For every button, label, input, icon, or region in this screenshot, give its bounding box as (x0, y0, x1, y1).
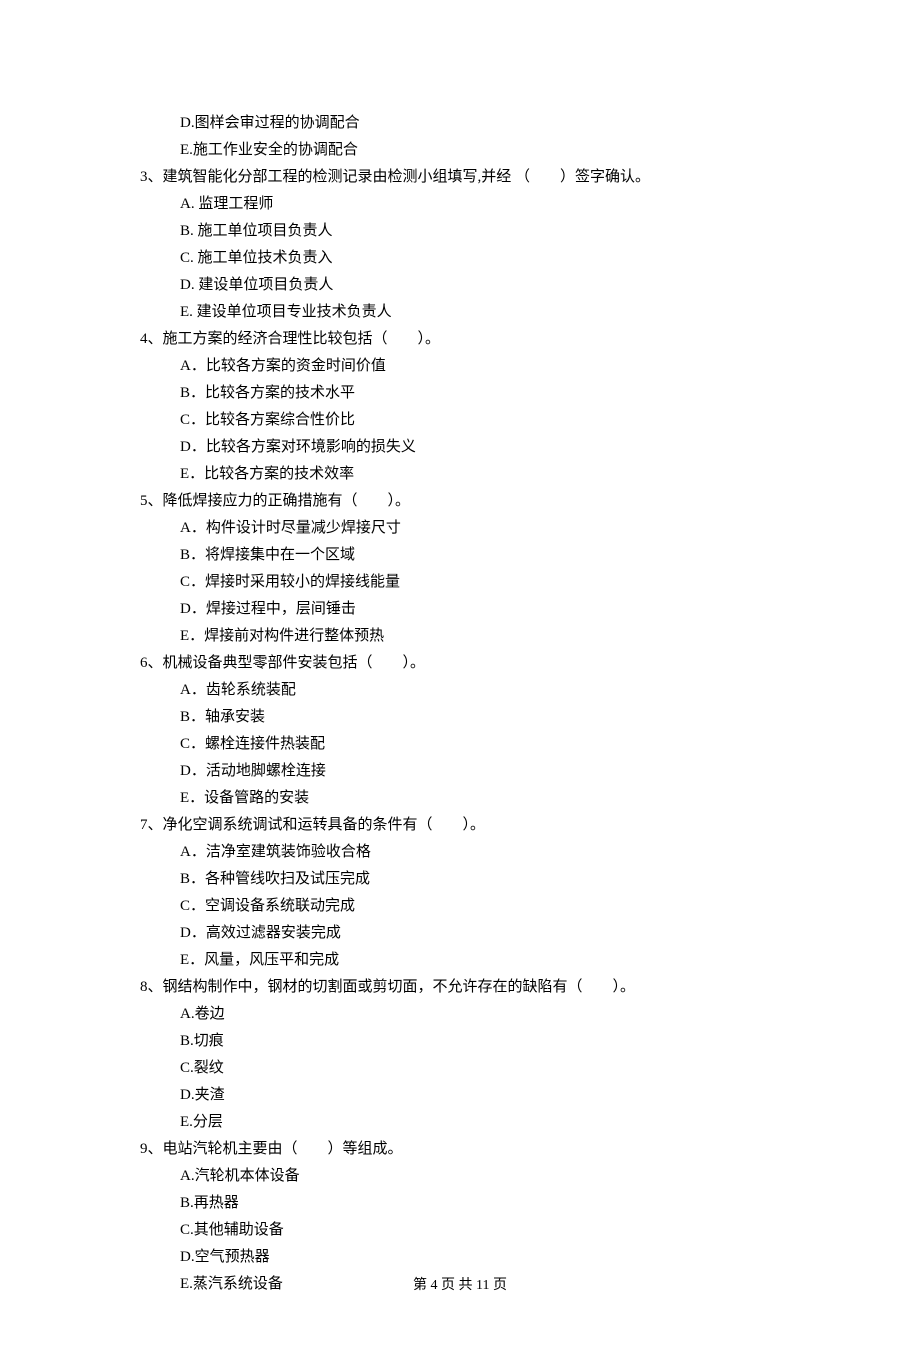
question-options: A．比较各方案的资金时间价值B．比较各方案的技术水平C．比较各方案综合性价比D．… (180, 353, 780, 488)
option-text: A. 监理工程师 (180, 191, 780, 218)
option-text: C．螺栓连接件热装配 (180, 731, 780, 758)
option-text: E．设备管路的安装 (180, 785, 780, 812)
page-footer: 第 4 页 共 11 页 (0, 1273, 920, 1298)
option-text: A．构件设计时尽量减少焊接尺寸 (180, 515, 780, 542)
option-text: D．焊接过程中，层间锤击 (180, 596, 780, 623)
question-options: A.卷边B.切痕C.裂纹D.夹渣E.分层 (180, 1001, 780, 1136)
option-text: B.切痕 (180, 1028, 780, 1055)
option-text: B. 施工单位项目负责人 (180, 218, 780, 245)
question-stem: 3、建筑智能化分部工程的检测记录由检测小组填写,并经 （ ）签字确认。 (140, 164, 780, 191)
option-text: A．洁净室建筑装饰验收合格 (180, 839, 780, 866)
option-text: C.裂纹 (180, 1055, 780, 1082)
option-text: B．比较各方案的技术水平 (180, 380, 780, 407)
question-stem: 8、钢结构制作中，钢材的切割面或剪切面，不允许存在的缺陷有（ ）。 (140, 974, 780, 1001)
option-text: D．高效过滤器安装完成 (180, 920, 780, 947)
option-text: B．将焊接集中在一个区域 (180, 542, 780, 569)
option-text: D.夹渣 (180, 1082, 780, 1109)
option-text: A．齿轮系统装配 (180, 677, 780, 704)
option-text: D.图样会审过程的协调配合 (180, 110, 780, 137)
continued-option: D.图样会审过程的协调配合 (180, 110, 780, 137)
option-text: E．风量，风压平和完成 (180, 947, 780, 974)
option-text: B．各种管线吹扫及试压完成 (180, 866, 780, 893)
question-stem: 4、施工方案的经济合理性比较包括（ ）。 (140, 326, 780, 353)
option-text: C．焊接时采用较小的焊接线能量 (180, 569, 780, 596)
question-stem: 7、净化空调系统调试和运转具备的条件有（ ）。 (140, 812, 780, 839)
option-text: A.卷边 (180, 1001, 780, 1028)
option-text: C. 施工单位技术负责入 (180, 245, 780, 272)
option-text: E.分层 (180, 1109, 780, 1136)
option-text: C．比较各方案综合性价比 (180, 407, 780, 434)
option-text: D. 建设单位项目负责人 (180, 272, 780, 299)
question-options: A．齿轮系统装配B．轴承安装C．螺栓连接件热装配D．活动地脚螺栓连接E．设备管路… (180, 677, 780, 812)
option-text: B.再热器 (180, 1190, 780, 1217)
question-item: 5、降低焊接应力的正确措施有（ ）。A．构件设计时尽量减少焊接尺寸B．将焊接集中… (140, 488, 780, 650)
question-stem: 9、电站汽轮机主要由（ ）等组成。 (140, 1136, 780, 1163)
document-page: D.图样会审过程的协调配合 E.施工作业安全的协调配合 3、建筑智能化分部工程的… (0, 0, 920, 1348)
question-stem: 6、机械设备典型零部件安装包括（ ）。 (140, 650, 780, 677)
option-text: E．焊接前对构件进行整体预热 (180, 623, 780, 650)
option-text: A.汽轮机本体设备 (180, 1163, 780, 1190)
option-text: E. 建设单位项目专业技术负责人 (180, 299, 780, 326)
question-options: A．构件设计时尽量减少焊接尺寸B．将焊接集中在一个区域C．焊接时采用较小的焊接线… (180, 515, 780, 650)
continued-option: E.施工作业安全的协调配合 (180, 137, 780, 164)
option-text: C.其他辅助设备 (180, 1217, 780, 1244)
question-item: 6、机械设备典型零部件安装包括（ ）。A．齿轮系统装配B．轴承安装C．螺栓连接件… (140, 650, 780, 812)
question-item: 3、建筑智能化分部工程的检测记录由检测小组填写,并经 （ ）签字确认。A. 监理… (140, 164, 780, 326)
question-item: 4、施工方案的经济合理性比较包括（ ）。A．比较各方案的资金时间价值B．比较各方… (140, 326, 780, 488)
question-options: A．洁净室建筑装饰验收合格B．各种管线吹扫及试压完成C．空调设备系统联动完成D．… (180, 839, 780, 974)
option-text: D.空气预热器 (180, 1244, 780, 1271)
question-options: A. 监理工程师B. 施工单位项目负责人C. 施工单位技术负责入D. 建设单位项… (180, 191, 780, 326)
option-text: D．活动地脚螺栓连接 (180, 758, 780, 785)
question-item: 8、钢结构制作中，钢材的切割面或剪切面，不允许存在的缺陷有（ ）。A.卷边B.切… (140, 974, 780, 1136)
option-text: D．比较各方案对环境影响的损失义 (180, 434, 780, 461)
option-text: C．空调设备系统联动完成 (180, 893, 780, 920)
option-text: E.施工作业安全的协调配合 (180, 137, 780, 164)
question-stem: 5、降低焊接应力的正确措施有（ ）。 (140, 488, 780, 515)
question-item: 7、净化空调系统调试和运转具备的条件有（ ）。A．洁净室建筑装饰验收合格B．各种… (140, 812, 780, 974)
option-text: E．比较各方案的技术效率 (180, 461, 780, 488)
option-text: B．轴承安装 (180, 704, 780, 731)
option-text: A．比较各方案的资金时间价值 (180, 353, 780, 380)
